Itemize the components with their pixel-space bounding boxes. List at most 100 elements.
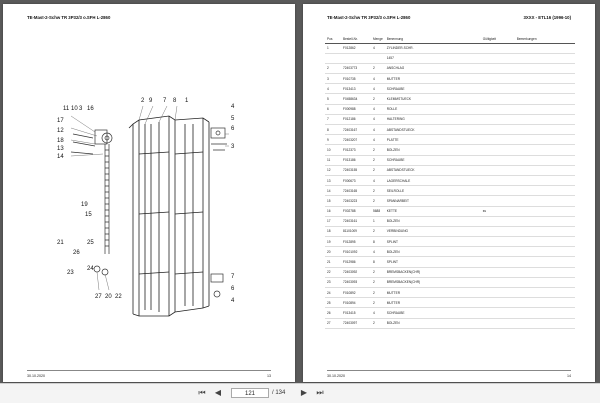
cell-qty: 4 [371,83,385,95]
cell-nr: F000988 [341,104,371,115]
table-row: 23 72403093 2 BREMSBACKEN(CHR) [325,277,575,289]
cell-nr: F0458634 [341,93,371,105]
cell-remarks [514,216,575,227]
cell-nr: 72403161 [341,216,371,227]
footer-rule [327,370,571,371]
cell-note [448,226,481,238]
cell-remarks [514,83,575,95]
next-page-button[interactable]: ▶ [298,388,310,398]
svg-text:24: 24 [87,266,94,272]
cell-pos: 13 [325,175,341,187]
cell-remarks [514,124,575,136]
svg-text:16: 16 [87,106,94,112]
cell-note [448,93,481,105]
cell-desc: ABSTANDSTUECK [384,124,449,136]
cell-qty: 8 [371,236,385,248]
table-row: 17 72403161 1 BOLZEN [325,216,575,227]
cell-valid [480,287,515,299]
cell-nr: 72403207 [341,134,371,146]
cell-nr: 72403155 [341,165,371,176]
cell-desc: BREMSBACKEN(CHR) [384,267,449,278]
cell-nr: F012895 [341,236,371,248]
cell-qty: 2 [371,185,385,197]
svg-text:6: 6 [231,126,235,132]
cell-note [448,307,481,319]
cell-pos: 18 [325,226,341,238]
first-page-button[interactable]: ⏮ [196,388,208,398]
cell-desc: BOLZEN [384,318,449,329]
cell-note [448,134,481,146]
cell-pos: 22 [325,267,341,278]
cell-desc: BOLZEN [384,216,449,227]
cell-note [448,104,481,115]
cell-qty: 2 [371,155,385,166]
table-row: 22 72403092 2 BREMSBACKEN(CHR) [325,267,575,278]
cell-valid [480,267,515,278]
cell-desc: SPLINT [384,256,449,268]
cell-valid [480,114,515,126]
cell-desc: ROLLE [384,104,449,115]
cell-remarks [514,104,575,115]
cell-valid [480,134,515,146]
table-row: 15 72403223 2 SPANNARBEIT [325,195,575,207]
cell-nr: F012986 [341,256,371,268]
cell-pos: 21 [325,256,341,268]
cell-desc: MUTTER [384,287,449,299]
table-row: 2 72403773 2 ANSCHLAG [325,63,575,75]
cell-remarks [514,256,575,268]
cell-valid [480,236,515,248]
cell-note [448,73,481,85]
svg-text:8: 8 [173,98,177,104]
cell-qty: 4 [371,307,385,319]
cell-qty: 4 [371,114,385,126]
cell-desc: PLATTE [384,134,449,146]
svg-text:13: 13 [57,146,64,152]
cell-nr: F010892 [341,287,371,299]
cell-nr: 72403773 [341,63,371,75]
cell-note [448,246,481,258]
cell-remarks [514,165,575,176]
cell-qty: 2 [371,318,385,329]
cell-valid [480,155,515,166]
previous-page-button[interactable]: ◀ [212,388,224,398]
page-header: TE-Mast-2-Schw TR 3P32/3 o.SFH L-2860 [27,15,111,20]
cell-qty: 2 [371,267,385,278]
cell-nr: F012186 [341,114,371,126]
svg-text:14: 14 [57,154,64,160]
cell-note [448,195,481,207]
cell-qty: 5688 [371,206,385,217]
table-row: 8 72403167 4 ABSTANDSTUECK [325,124,575,136]
cell-remarks [514,307,575,319]
cell-nr: 72403097 [341,318,371,329]
cell-pos: 17 [325,216,341,227]
cell-desc: BREMSBACKEN(CHR) [384,277,449,289]
cell-note [448,318,481,329]
cell-qty: 4 [371,246,385,258]
cell-desc: MUTTER [384,297,449,309]
page-header-right: 3XXX - ETL16 (1996-10) [523,15,571,20]
cell-desc: SCHRAUBE [384,83,449,95]
cell-remarks [514,43,575,54]
cell-qty: 4 [371,175,385,187]
cell-note [448,165,481,176]
cell-pos: 20 [325,246,341,258]
last-page-button[interactable]: ⏭ [314,388,326,398]
cell-valid [480,73,515,85]
cell-remarks [514,73,575,85]
cell-remarks [514,134,575,146]
table-row: 6 F000988 4 ROLLE [325,104,575,115]
cell-remarks [514,93,575,105]
cell-valid [480,104,515,115]
cell-note [448,236,481,248]
page-number-input[interactable]: 121 [231,387,269,398]
table-row: 1 F012862 4 ZYLINDER-SCHR. [325,43,575,54]
svg-text:15: 15 [85,212,92,218]
cell-note [448,155,481,166]
table-row: 4 F013413 4 SCHRAUBE [325,83,575,95]
cell-qty: 2 [371,63,385,75]
cell-valid [480,226,515,238]
cell-note [448,256,481,268]
svg-text:4: 4 [231,104,235,110]
svg-text:18: 18 [57,138,64,144]
cell-pos: 1 [325,43,341,54]
